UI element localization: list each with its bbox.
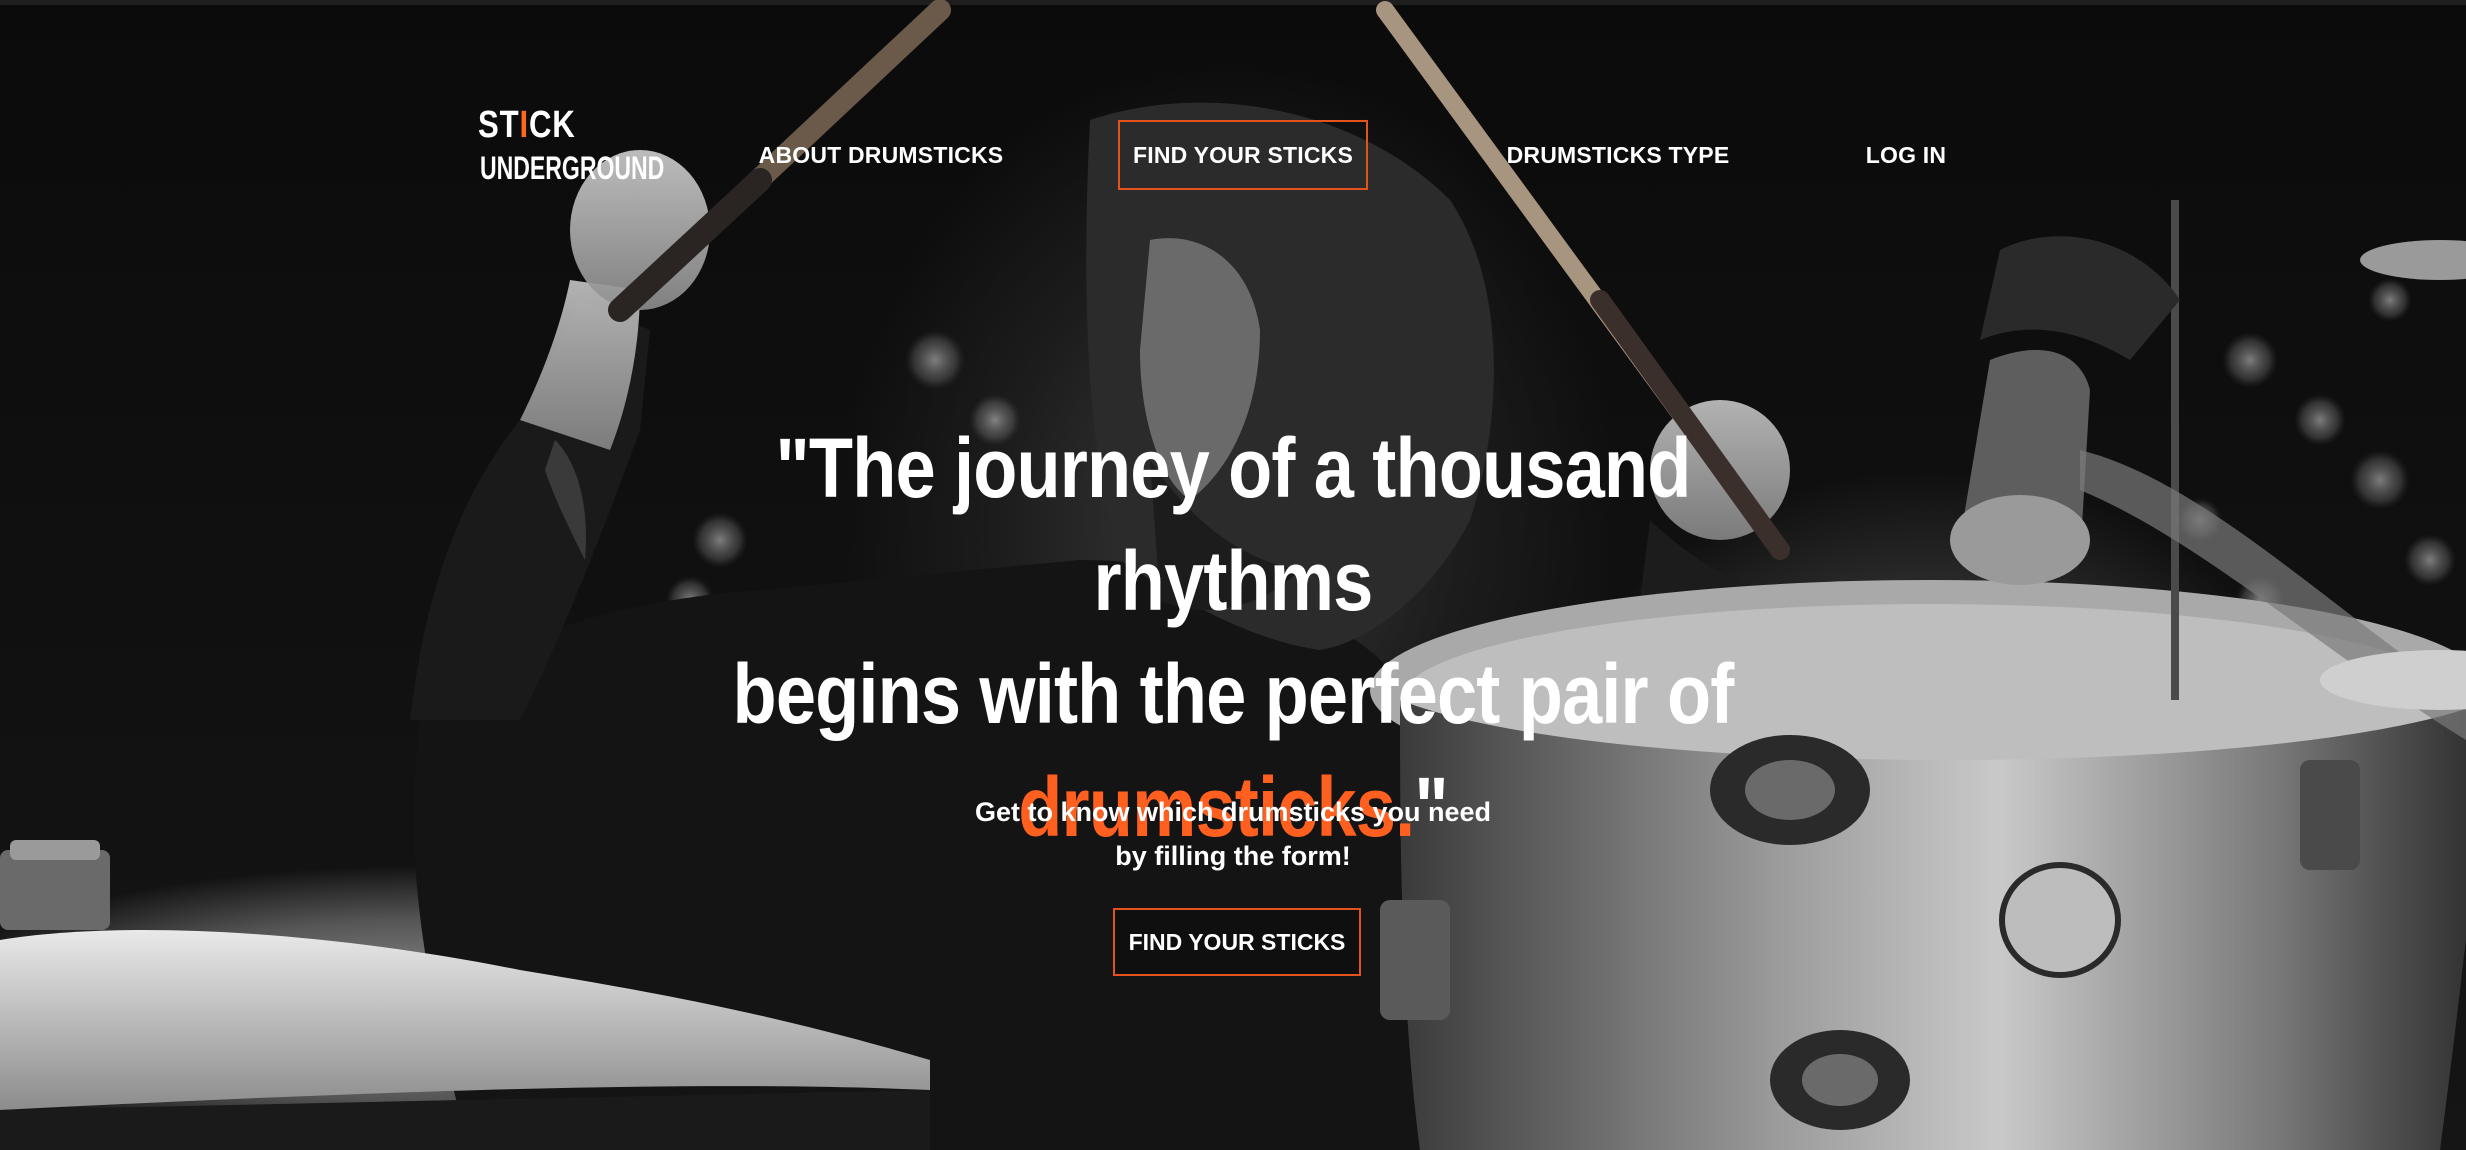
quote-line-2: begins with the perfect pair of xyxy=(732,647,1735,741)
nav-find-your-sticks[interactable]: FIND YOUR STICKS xyxy=(1118,120,1368,190)
subtitle-line-2: by filling the form! xyxy=(1115,841,1351,871)
logo-line-1: STICK xyxy=(478,106,576,144)
site-logo[interactable]: STICK UNDERGROUND xyxy=(478,96,664,192)
hero-section: STICK UNDERGROUND ABOUT DRUMSTICKS FIND … xyxy=(0,0,2466,1150)
logo-line-2: UNDERGROUND xyxy=(480,150,665,186)
nav-drumsticks-type[interactable]: DRUMSTICKS TYPE xyxy=(1486,120,1750,190)
drumstick-icon: I xyxy=(519,104,529,146)
find-your-sticks-button[interactable]: FIND YOUR STICKS xyxy=(1113,908,1361,976)
hero-subtitle: Get to know which drumsticks you need by… xyxy=(883,790,1583,878)
nav-log-in[interactable]: LOG IN xyxy=(1846,120,1966,190)
logo-text-ck: CK xyxy=(528,104,576,146)
logo-text-st: ST xyxy=(478,104,520,146)
nav-about-drumsticks[interactable]: ABOUT DRUMSTICKS xyxy=(740,120,1022,190)
subtitle-line-1: Get to know which drumsticks you need xyxy=(974,797,1492,827)
quote-line-1: "The journey of a thousand rhythms xyxy=(775,421,1692,628)
